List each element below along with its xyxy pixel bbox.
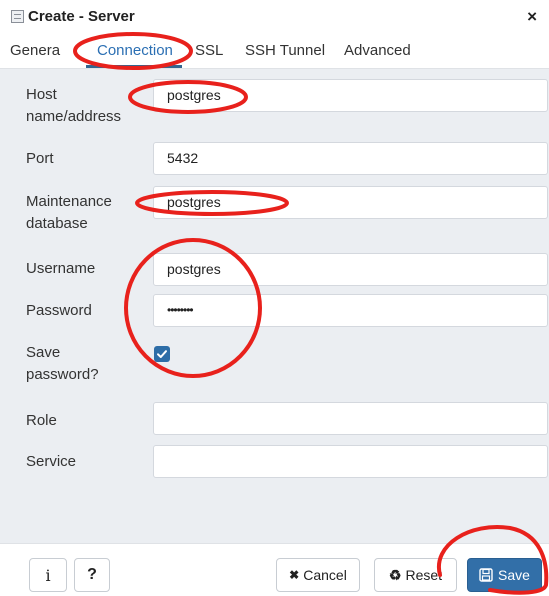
maintenance-db-label-line2: database — [26, 215, 88, 232]
host-input[interactable]: postgres — [153, 79, 548, 112]
tab-ssl[interactable]: SSL — [195, 42, 223, 59]
help-icon: ? — [87, 566, 97, 583]
tab-bar: Genera Connection SSL SSH Tunnel Advance… — [0, 36, 549, 69]
save-password-label: Save password? — [26, 342, 99, 386]
host-label-line2: name/address — [26, 108, 122, 125]
service-label: Service — [26, 453, 77, 470]
close-icon[interactable]: × — [527, 7, 537, 27]
username-input[interactable]: postgres — [153, 253, 548, 286]
tab-advanced[interactable]: Advanced — [344, 42, 411, 59]
service-input[interactable] — [153, 445, 548, 478]
dialog-footer: i ? ✖ Cancel ♻ Reset Save — [0, 543, 549, 596]
host-label: Host name/address — [26, 84, 121, 128]
cancel-button[interactable]: ✖ Cancel — [276, 558, 360, 592]
info-button[interactable]: i — [29, 558, 67, 592]
reset-button[interactable]: ♻ Reset — [374, 558, 457, 592]
cancel-icon: ✖ — [289, 568, 300, 582]
reset-icon: ♻ — [388, 566, 402, 583]
role-label: Role — [26, 412, 57, 429]
password-input[interactable]: •••••••• — [153, 294, 548, 327]
port-input[interactable]: 5432 — [153, 142, 548, 175]
role-input[interactable] — [153, 402, 548, 435]
save-password-checkbox[interactable] — [154, 346, 170, 362]
reset-button-label: Reset — [405, 567, 443, 583]
save-icon — [479, 568, 493, 582]
dialog-title: Create - Server — [28, 8, 135, 25]
host-label-line1: Host — [26, 86, 57, 103]
save-button[interactable]: Save — [467, 558, 542, 592]
info-icon: i — [45, 565, 51, 585]
active-tab-indicator — [86, 65, 182, 68]
maintenance-db-label-line1: Maintenance — [26, 193, 112, 210]
connection-form: Host name/address postgres Port 5432 Mai… — [0, 69, 549, 543]
save-button-label: Save — [498, 567, 530, 583]
tab-ssh-tunnel[interactable]: SSH Tunnel — [245, 42, 325, 59]
maintenance-db-label: Maintenance database — [26, 191, 112, 235]
password-label: Password — [26, 302, 92, 319]
cancel-button-label: Cancel — [303, 567, 347, 583]
checkmark-icon — [157, 350, 167, 358]
tab-general[interactable]: Genera — [10, 42, 60, 59]
dialog-title-bar: Create - Server × — [0, 0, 549, 37]
save-password-label-line2: password? — [26, 366, 99, 383]
help-button[interactable]: ? — [74, 558, 110, 592]
port-label: Port — [26, 150, 54, 167]
maintenance-db-input[interactable]: postgres — [153, 186, 548, 219]
save-password-label-line1: Save — [26, 344, 61, 361]
username-label: Username — [26, 260, 96, 277]
tab-connection[interactable]: Connection — [97, 42, 173, 59]
server-icon — [11, 10, 24, 23]
